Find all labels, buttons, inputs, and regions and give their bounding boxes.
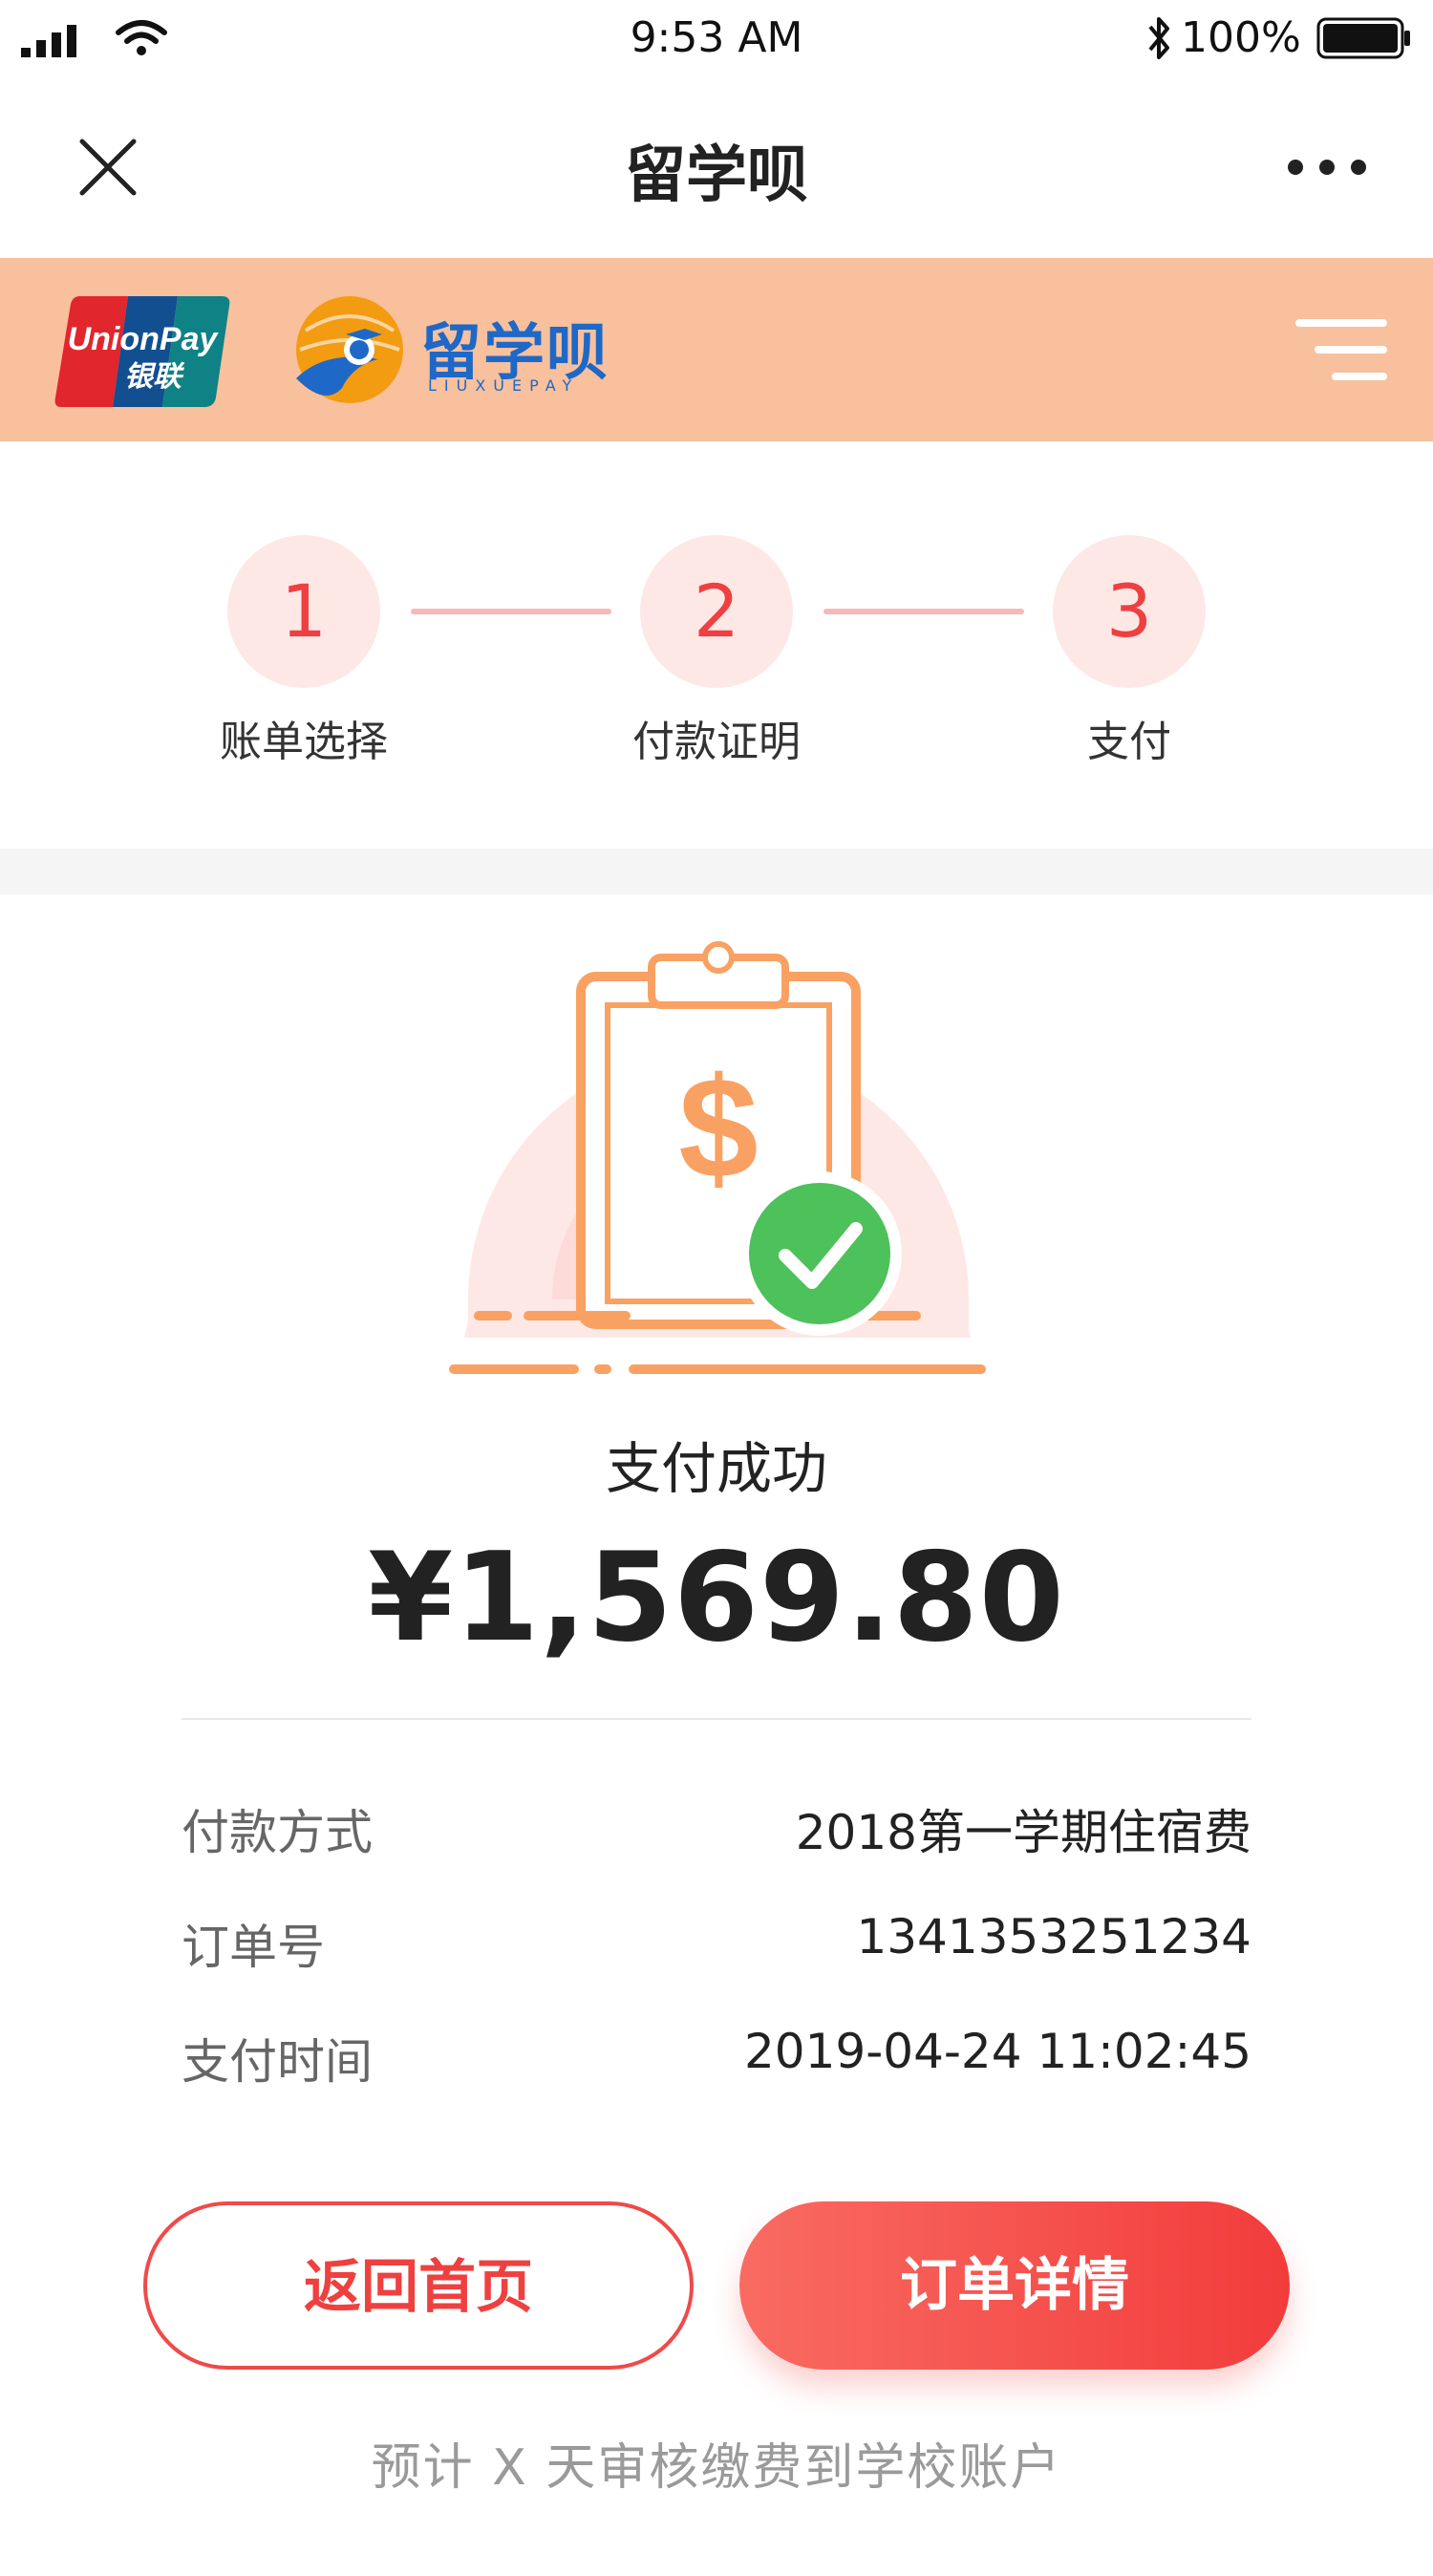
step-3-circle: 3 [1053, 535, 1206, 688]
detail-row-order-number: 订单号 1341353251234 [182, 1909, 1251, 1986]
step-1-label: 账单选择 [220, 718, 388, 766]
step-2-circle: 2 [640, 535, 793, 688]
detail-value: 2018第一学期住宿费 [795, 1805, 1251, 1860]
payment-status-text: 支付成功 [605, 1436, 827, 1501]
divider [182, 1718, 1251, 1720]
step-2-label: 付款证明 [632, 718, 801, 766]
step-3-label: 支付 [1087, 718, 1171, 766]
battery-percent: 100% [1181, 13, 1301, 62]
status-bar: 9:53 AM 100% [0, 0, 1433, 78]
brand-bar: UnionPay 银联 留学呗 LIUXUEPAY [0, 258, 1433, 441]
svg-text:银联: 银联 [124, 360, 185, 394]
detail-value: 2019-04-24 11:02:45 [743, 2024, 1251, 2079]
detail-label: 支付时间 [182, 2034, 373, 2090]
menu-icon[interactable] [1295, 315, 1387, 384]
step-connector [823, 609, 1024, 614]
detail-label: 订单号 [182, 1920, 325, 1975]
payment-success-illustration: $ [449, 941, 986, 1374]
liuxuepay-logo-icon [296, 296, 403, 403]
step-progress: 1 2 3 账单选择 付款证明 支付 [0, 441, 1433, 848]
more-icon[interactable] [1284, 153, 1370, 182]
detail-value: 1341353251234 [856, 1909, 1251, 1964]
svg-text:UnionPay: UnionPay [68, 321, 220, 357]
detail-row-payment-method: 付款方式 2018第一学期住宿费 [182, 1794, 1251, 1871]
liuxuepay-logo-subtext: LIUXUEPAY [428, 376, 580, 395]
svg-text:$: $ [678, 1047, 758, 1208]
page-title: 留学呗 [625, 140, 808, 211]
step-1-circle: 1 [227, 535, 380, 688]
nav-bar: 留学呗 [0, 78, 1433, 258]
detail-label: 付款方式 [182, 1805, 373, 1860]
bluetooth-icon [1148, 17, 1169, 59]
review-notice: 预计 X 天审核缴费到学校账户 [371, 2439, 1062, 2497]
payment-amount: ¥1,569.80 [368, 1527, 1065, 1669]
detail-row-payment-time: 支付时间 2019-04-24 11:02:45 [182, 2024, 1251, 2100]
back-home-button[interactable]: 返回首页 [143, 2201, 694, 2370]
step-connector [411, 609, 611, 614]
battery-icon [1316, 17, 1410, 59]
section-divider [0, 848, 1433, 894]
unionpay-logo: UnionPay 银联 [54, 296, 230, 407]
order-detail-button[interactable]: 订单详情 [739, 2201, 1290, 2370]
